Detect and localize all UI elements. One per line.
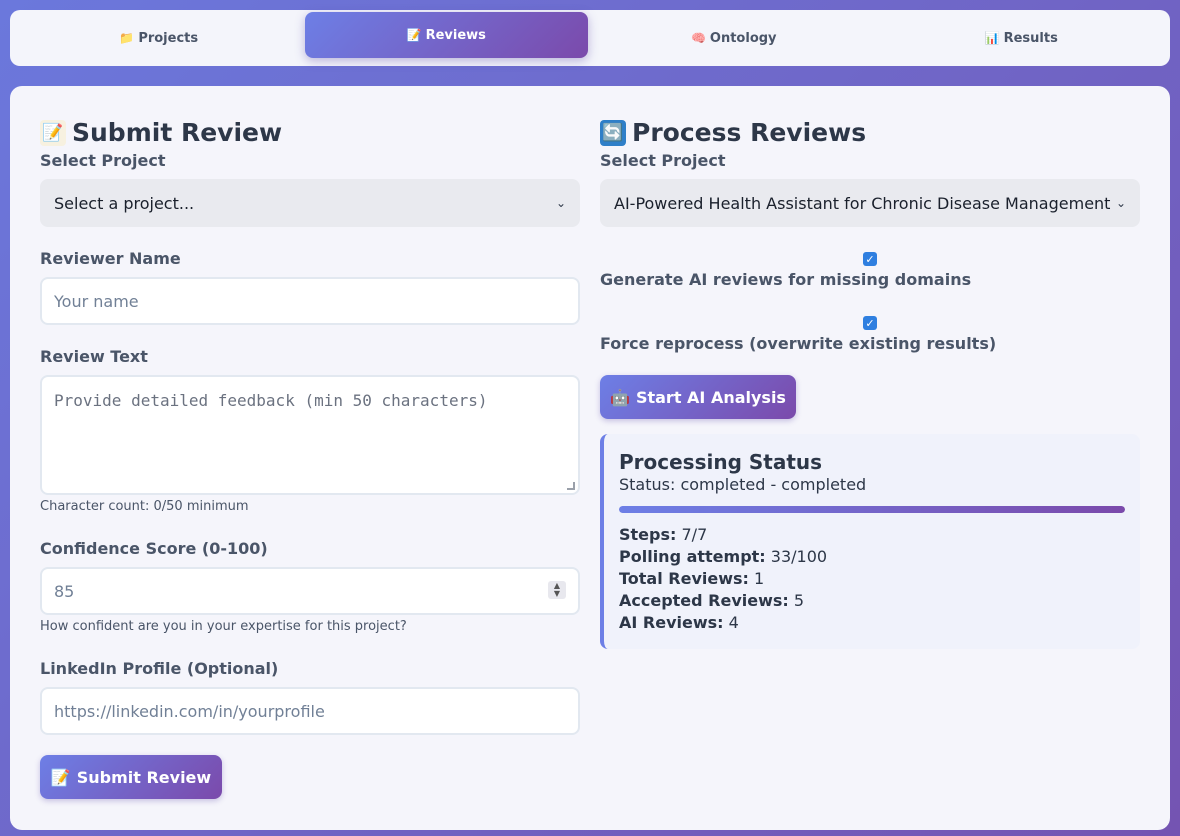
confidence-input[interactable]: 85 ▲ ▼ (40, 567, 580, 615)
section-title: Submit Review (72, 118, 283, 147)
tab-label: Projects (138, 30, 199, 46)
section-title: Process Reviews (632, 118, 867, 147)
confidence-label: Confidence Score (0-100) (40, 539, 268, 558)
submit-review-button[interactable]: 📝 Submit Review (40, 755, 222, 799)
resize-handle-icon[interactable] (567, 482, 575, 490)
button-label: Submit Review (76, 767, 212, 787)
status-line: Status: completed - completed (619, 475, 867, 494)
process-project-select[interactable]: AI-Powered Health Assistant for Chronic … (600, 179, 1140, 227)
brain-icon: 🧠 (690, 31, 706, 45)
reviewer-name-placeholder: Your name (54, 291, 139, 311)
review-text-label: Review Text (40, 347, 148, 366)
linkedin-input[interactable]: https://linkedin.com/in/yourprofile (40, 687, 580, 735)
review-text-input[interactable]: Provide detailed feedback (min 50 charac… (40, 375, 580, 495)
review-text-placeholder: Provide detailed feedback (min 50 charac… (54, 391, 488, 410)
start-ai-analysis-button[interactable]: 🤖 Start AI Analysis (600, 375, 796, 419)
chevron-down-icon: ⌄ (1115, 196, 1126, 210)
force-reprocess-label: Force reprocess (overwrite existing resu… (600, 334, 997, 353)
memo-icon: 📝 (50, 767, 71, 787)
chevron-down-icon: ⌄ (555, 196, 566, 210)
submit-review-heading: 📝 Submit Review (40, 118, 282, 147)
process-reviews-heading: 🔄 Process Reviews (600, 118, 866, 147)
processing-status-panel: Processing Status Status: completed - co… (600, 434, 1140, 649)
confidence-hint: How confident are you in your expertise … (40, 619, 407, 634)
bar-chart-icon: 📊 (984, 31, 1000, 45)
tab-reviews[interactable]: 📝 Reviews (304, 12, 588, 58)
tab-ontology[interactable]: 🧠 Ontology (592, 15, 876, 61)
progress-fill (619, 506, 1125, 513)
linkedin-placeholder: https://linkedin.com/in/yourprofile (54, 701, 325, 721)
character-count: Character count: 0/50 minimum (40, 499, 249, 514)
tab-results[interactable]: 📊 Results (880, 15, 1164, 61)
tab-bar: 📁 Projects 📝 Reviews 🧠 Ontology 📊 Result… (10, 10, 1170, 66)
reviewer-name-label: Reviewer Name (40, 249, 181, 268)
project-select[interactable]: Select a project... ⌄ (40, 179, 580, 227)
force-reprocess-checkbox[interactable]: ✓ (863, 316, 877, 330)
tab-label: Reviews (425, 27, 486, 43)
memo-icon: 📝 (406, 28, 422, 42)
process-project-value: AI-Powered Health Assistant for Chronic … (614, 193, 1111, 213)
stat-total-reviews: Total Reviews: 1 (619, 569, 765, 588)
stat-steps: Steps: 7/7 (619, 525, 708, 544)
project-label: Select Project (40, 151, 166, 170)
stat-polling: Polling attempt: 33/100 (619, 547, 828, 566)
folder-icon: 📁 (119, 31, 135, 45)
confidence-value: 85 (54, 581, 75, 601)
tab-label: Ontology (709, 30, 777, 46)
reviews-panel: 📝 Submit Review Select Project Select a … (10, 86, 1170, 830)
generate-ai-label: Generate AI reviews for missing domains (600, 270, 972, 289)
memo-icon: 📝 (40, 119, 66, 146)
stat-ai-reviews: AI Reviews: 4 (619, 613, 739, 632)
tab-label: Results (1003, 30, 1058, 46)
project-select-value: Select a project... (54, 193, 195, 213)
status-title: Processing Status (619, 450, 823, 474)
refresh-icon: 🔄 (600, 119, 626, 146)
stepper-icon[interactable]: ▲ ▼ (548, 581, 566, 599)
tab-projects[interactable]: 📁 Projects (17, 15, 301, 61)
process-project-label: Select Project (600, 151, 726, 170)
button-label: Start AI Analysis (635, 387, 786, 407)
generate-ai-checkbox[interactable]: ✓ (863, 252, 877, 266)
stat-accepted-reviews: Accepted Reviews: 5 (619, 591, 805, 610)
linkedin-label: LinkedIn Profile (Optional) (40, 659, 279, 678)
progress-bar (619, 506, 1125, 513)
robot-icon: 🤖 (610, 387, 630, 407)
reviewer-name-input[interactable]: Your name (40, 277, 580, 325)
